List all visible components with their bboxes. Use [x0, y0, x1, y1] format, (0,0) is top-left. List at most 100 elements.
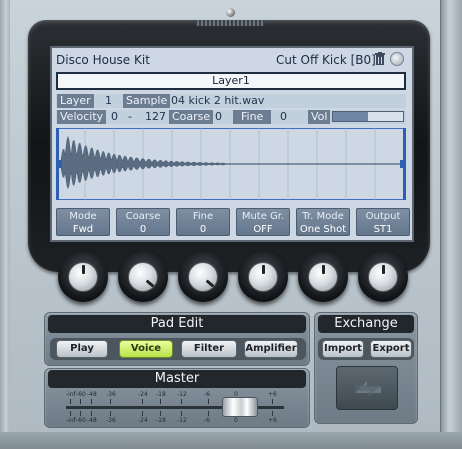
velocity-high[interactable]: 127	[145, 110, 166, 124]
param-label: Coarse	[125, 211, 161, 222]
coarse-value[interactable]: 0	[215, 110, 222, 124]
master-scale-label: -36	[106, 417, 116, 424]
knob-cap	[248, 262, 278, 292]
master-scale-tick	[181, 411, 182, 416]
master-scale-label: -60	[76, 391, 86, 398]
vol-label: Vol	[308, 110, 331, 124]
speaker-grill	[195, 20, 265, 26]
knob-cap	[308, 262, 338, 292]
master-scale-tick	[110, 411, 111, 416]
master-scale-tick	[142, 411, 143, 416]
bottom-rail	[0, 432, 462, 449]
status-led-icon	[226, 8, 235, 17]
layer-selector[interactable]: Layer1	[56, 72, 406, 90]
param-cell-coarse[interactable]: Coarse 0	[116, 208, 170, 236]
master-scale-label: -inf	[66, 391, 76, 398]
settings-icon[interactable]	[390, 52, 404, 66]
sample-label: Sample	[123, 94, 171, 108]
start-handle-icon	[58, 160, 62, 168]
param-cell-fine[interactable]: Fine 0	[176, 208, 230, 236]
master-scale-tick	[272, 411, 273, 416]
knob-indicator-icon	[82, 265, 85, 274]
exchange-arrows-icon	[355, 381, 381, 397]
fine-value[interactable]: 0	[280, 110, 287, 124]
knob-indicator-icon	[262, 265, 265, 274]
param-value[interactable]: OFF	[237, 224, 289, 235]
sample-file[interactable]: 04 kick 2 hit.wav	[171, 94, 264, 108]
param-cell-mode[interactable]: Mode Fwd	[56, 208, 110, 236]
master-scale-label: -18	[156, 391, 166, 398]
velocity-label: Velocity	[57, 110, 107, 124]
master-fader-handle[interactable]	[222, 397, 258, 417]
master-scale-label: -48	[87, 417, 97, 424]
master-scale-label: +6	[268, 417, 277, 424]
master-scale-label: -48	[87, 391, 97, 398]
master-scale-tick	[142, 399, 143, 404]
knob-cap	[128, 262, 158, 292]
param-knob[interactable]	[178, 252, 228, 302]
param-knob[interactable]	[58, 252, 108, 302]
param-value[interactable]: One Shot	[297, 224, 349, 235]
layer-label: Layer	[57, 94, 94, 108]
master-scale-label: -12	[177, 391, 187, 398]
amplifier-button[interactable]: Amplifier	[244, 340, 298, 358]
left-rail	[0, 0, 10, 449]
master-scale-tick	[181, 399, 182, 404]
param-cell-output[interactable]: Output ST1	[356, 208, 410, 236]
param-knob[interactable]	[358, 252, 408, 302]
master-scale-tick	[160, 411, 161, 416]
kit-name: Disco House Kit	[56, 53, 150, 67]
play-button[interactable]: Play	[56, 340, 108, 358]
master-scale-label: +6	[268, 391, 277, 398]
master-title: Master	[48, 370, 306, 388]
master-scale-tick	[272, 399, 273, 404]
param-knob[interactable]	[238, 252, 288, 302]
master-scale-tick	[70, 411, 71, 416]
param-label: Mute Gr.	[241, 211, 285, 222]
master-scale-label: -24	[138, 417, 148, 424]
velocity-dash: -	[128, 110, 132, 123]
sample-title: Cut Off Kick [B0]	[276, 53, 376, 67]
master-scale-label: -6	[204, 417, 210, 424]
layer-value[interactable]: 1	[105, 94, 112, 108]
param-label: Fine	[192, 211, 214, 222]
param-value[interactable]: 0	[177, 224, 229, 235]
param-knob[interactable]	[298, 252, 348, 302]
param-value[interactable]: 0	[117, 224, 169, 235]
export-button[interactable]: Export	[370, 340, 412, 358]
end-handle-icon	[400, 160, 404, 168]
master-scale-tick	[70, 399, 71, 404]
trash-icon[interactable]	[374, 52, 386, 66]
param-knob[interactable]	[118, 252, 168, 302]
master-scale-label: -12	[177, 417, 187, 424]
master-scale-tick	[80, 399, 81, 404]
master-scale-tick	[208, 411, 209, 416]
master-scale-label: -36	[106, 391, 116, 398]
param-cell-tr-mode[interactable]: Tr. Mode One Shot	[296, 208, 350, 236]
waveform-graph	[56, 128, 406, 200]
knob-indicator-icon	[145, 279, 155, 288]
voice-button[interactable]: Voice	[119, 340, 173, 358]
param-value[interactable]: ST1	[357, 224, 409, 235]
master-scale-tick	[208, 399, 209, 404]
coarse-label: Coarse	[169, 110, 214, 124]
master-scale-label: 0	[234, 417, 238, 424]
fine-label: Fine	[233, 110, 272, 124]
right-rail	[440, 0, 462, 449]
master-scale-label: -18	[156, 417, 166, 424]
knob-cap	[368, 262, 398, 292]
master-scale-label: -inf	[66, 417, 76, 424]
import-button[interactable]: Import	[322, 340, 364, 358]
pad-edit-title: Pad Edit	[48, 315, 306, 333]
param-cell-mute-gr[interactable]: Mute Gr. OFF	[236, 208, 290, 236]
knob-cap	[188, 262, 218, 292]
filter-button[interactable]: Filter	[181, 340, 237, 358]
master-scale-tick	[110, 399, 111, 404]
master-scale-tick	[160, 399, 161, 404]
velocity-low[interactable]: 0	[111, 110, 118, 124]
param-value[interactable]: Fwd	[57, 224, 109, 235]
exchange-drop-zone[interactable]	[336, 366, 398, 410]
master-scale-label: -60	[76, 417, 86, 424]
master-scale-label: -6	[204, 391, 210, 398]
knob-indicator-icon	[322, 265, 325, 274]
